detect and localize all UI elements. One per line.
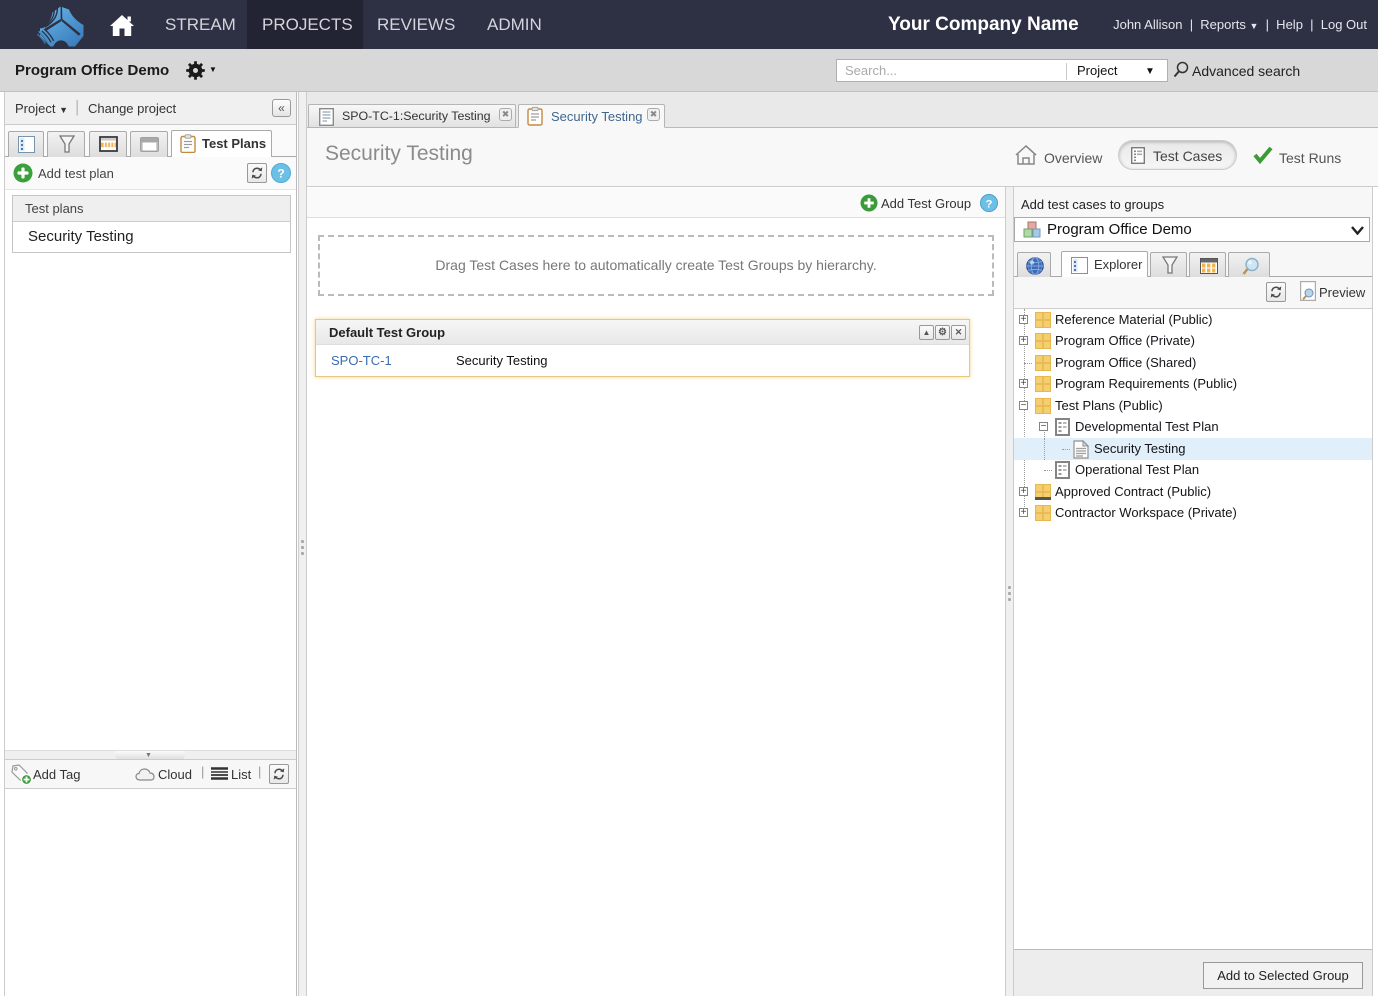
- svg-text:?: ?: [277, 167, 284, 181]
- svg-text:?: ?: [986, 198, 993, 210]
